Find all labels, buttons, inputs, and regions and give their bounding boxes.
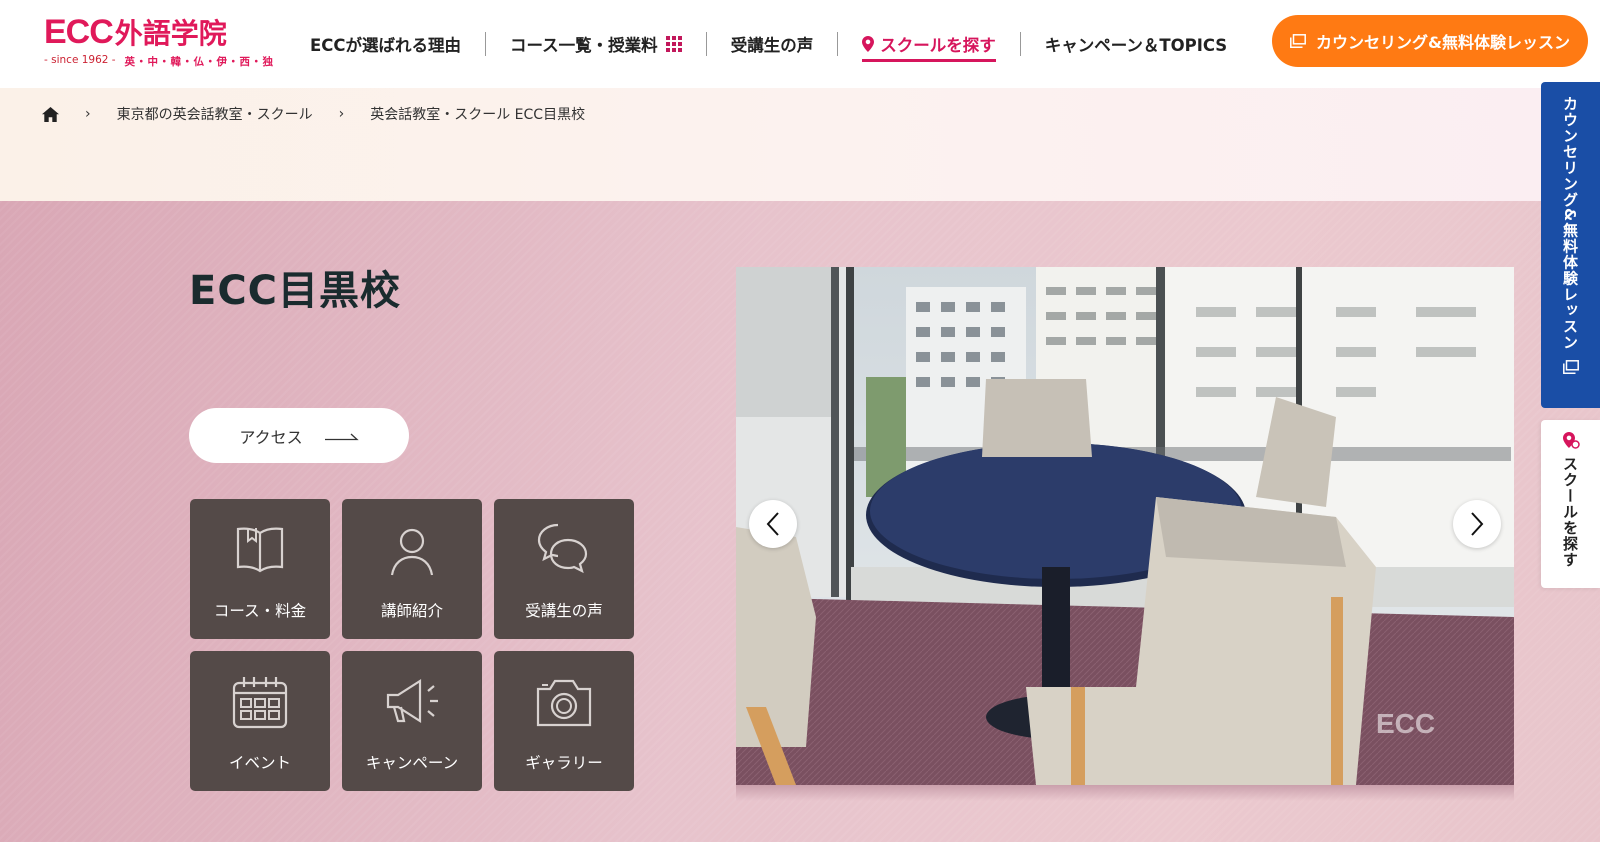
speech-bubbles-icon xyxy=(537,523,588,574)
carousel-next-button[interactable] xyxy=(1453,500,1501,548)
classroom-photo-illustration: ECC xyxy=(736,267,1514,785)
photo-watermark: ECC xyxy=(1376,708,1435,739)
side-counseling-tab[interactable]: カウンセリング&無料体験レッスン xyxy=(1541,82,1600,408)
tile-courses[interactable]: コース・料金 xyxy=(190,499,330,639)
tile-gallery[interactable]: ギャラリー xyxy=(494,651,634,791)
counseling-cta-label: カウンセリング&無料体験レッスン xyxy=(1316,33,1570,52)
nav-courses[interactable]: コース一覧・授業料 xyxy=(486,0,706,88)
active-underline xyxy=(862,59,996,62)
nav-find-school-label: スクールを探す xyxy=(880,36,996,55)
logo-name: 外語学院 xyxy=(114,17,227,50)
access-label: アクセス xyxy=(239,427,303,447)
tile-teachers[interactable]: 講師紹介 xyxy=(342,499,482,639)
nav-find-school[interactable]: スクールを探す xyxy=(838,0,1020,88)
nav-reasons[interactable]: ECCが選ばれる理由 xyxy=(286,0,485,88)
new-window-icon xyxy=(1562,360,1579,375)
grid-menu-icon xyxy=(665,36,682,52)
tile-label: コース・料金 xyxy=(213,602,307,620)
calendar-icon xyxy=(232,677,288,729)
school-search-pin-icon xyxy=(1562,432,1580,449)
side-find-school-label: スクールを探す xyxy=(1561,456,1579,568)
carousel-prev-button[interactable] xyxy=(749,500,797,548)
side-counseling-label: カウンセリング&無料体験レッスン xyxy=(1561,96,1579,351)
breadcrumb-current: 英会話教室・スクール ECC目黒校 xyxy=(370,107,586,123)
tile-label: イベント xyxy=(228,754,291,772)
tile-campaign[interactable]: キャンペーン xyxy=(342,651,482,791)
nav-campaign[interactable]: キャンペーン＆TOPICS xyxy=(1021,0,1252,88)
megaphone-icon xyxy=(386,678,438,724)
map-pin-icon xyxy=(862,36,875,52)
chevron-left-icon xyxy=(766,512,779,536)
school-menu-tiles: コース・料金 講師紹介 受講生の声 イベント キャンペーン ギャラリー xyxy=(190,499,634,791)
nav-courses-label: コース一覧・授業料 xyxy=(510,36,658,55)
photo-shadow xyxy=(736,785,1514,801)
ecc-logo[interactable]: ECC 外語学院 - since 1962 - 英・中・韓・仏・伊・西・独 xyxy=(44,14,274,70)
book-icon xyxy=(236,527,284,573)
tile-label: キャンペーン xyxy=(365,754,459,772)
logo-since: - since 1962 - xyxy=(44,54,116,66)
nav-reasons-label: ECCが選ばれる理由 xyxy=(310,36,461,55)
tile-label: ギャラリー xyxy=(525,754,603,772)
long-arrow-right-icon xyxy=(324,433,359,440)
tile-label: 講師紹介 xyxy=(380,602,443,620)
tile-label: 受講生の声 xyxy=(525,602,603,620)
camera-icon xyxy=(536,679,592,727)
breadcrumb: › 東京都の英会話教室・スクール › 英会話教室・スクール ECC目黒校 xyxy=(42,104,585,124)
breadcrumb-chevron: › xyxy=(85,106,91,122)
nav-voices-label: 受講生の声 xyxy=(730,36,814,55)
main-nav: ECCが選ばれる理由 コース一覧・授業料 受講生の声 スクールを探す キャンペー… xyxy=(286,0,1251,88)
person-icon xyxy=(390,528,434,576)
school-photo: ECC xyxy=(736,267,1514,785)
breadcrumb-chevron: › xyxy=(338,106,345,122)
access-button[interactable]: アクセス xyxy=(189,408,409,463)
logo-brand: ECC xyxy=(44,13,114,51)
logo-languages: 英・中・韓・仏・伊・西・独 xyxy=(124,56,274,68)
breadcrumb-tokyo[interactable]: 東京都の英会話教室・スクール xyxy=(117,104,313,124)
counseling-cta-button[interactable]: カウンセリング&無料体験レッスン xyxy=(1272,15,1588,67)
home-icon[interactable] xyxy=(42,106,59,122)
page-title: ECC目黒校 xyxy=(189,268,402,314)
tile-voices[interactable]: 受講生の声 xyxy=(494,499,634,639)
tile-events[interactable]: イベント xyxy=(190,651,330,791)
nav-campaign-label: キャンペーン＆TOPICS xyxy=(1044,36,1228,55)
new-window-icon xyxy=(1290,34,1306,48)
nav-voices[interactable]: 受講生の声 xyxy=(707,0,838,88)
chevron-right-icon xyxy=(1471,512,1484,536)
logo-subline: - since 1962 - 英・中・韓・仏・伊・西・独 xyxy=(44,54,274,69)
logo-wordmark: ECC 外語学院 xyxy=(44,14,274,52)
site-header: ECC 外語学院 - since 1962 - 英・中・韓・仏・伊・西・独 EC… xyxy=(0,0,1600,88)
side-find-school-tab[interactable]: スクールを探す xyxy=(1541,420,1600,588)
